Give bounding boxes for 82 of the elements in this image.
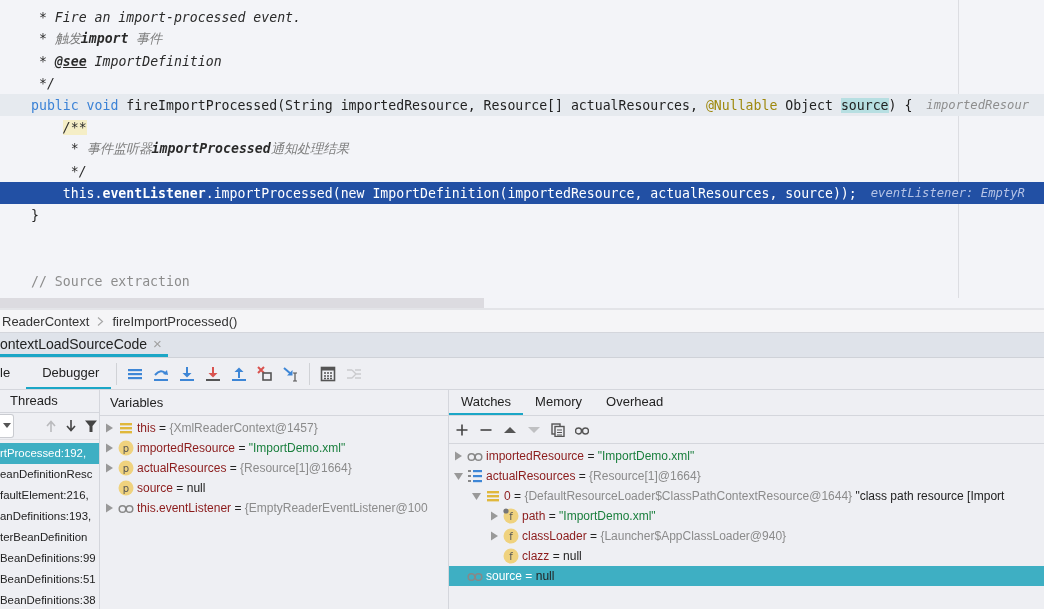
variable-row[interactable]: this.eventListener = {EmptyReaderEventListener@100 — [100, 498, 448, 518]
letter-badge-icon: f — [503, 508, 519, 524]
collapsed-arrow-icon[interactable] — [105, 423, 114, 433]
collapsed-arrow-icon[interactable] — [105, 463, 114, 473]
calculator-icon[interactable] — [320, 365, 337, 382]
expanded-arrow-icon[interactable] — [472, 491, 481, 501]
panel-title: Variables — [109, 395, 164, 410]
panel-tab[interactable]: Watches — [449, 390, 524, 415]
panel-tab[interactable]: Overhead — [594, 390, 676, 415]
stack-frame[interactable]: anDefinitions:193, — [0, 506, 99, 527]
copy-icon[interactable] — [551, 422, 565, 437]
code-line: public void fireImportProcessed(String importedResource, Resource[] actualResources, @Nullable Object source) { — [31, 97, 913, 113]
letter-badge-icon: f — [503, 548, 519, 564]
code-line: * @see ImportDefinition — [37, 53, 222, 69]
stack-frame[interactable]: eanDefinitionResc — [0, 464, 99, 485]
variable-row[interactable]: p source = null — [100, 478, 448, 498]
filter-icon[interactable] — [84, 418, 98, 433]
variable-text: classLoader = {Launcher$AppClassLoader@940} — [522, 529, 787, 543]
breadcrumb-item[interactable]: ReaderContext — [2, 313, 90, 329]
code-line: * Fire an import-processed event. — [37, 9, 301, 25]
numbered-list-icon — [467, 468, 483, 484]
letter-badge-icon: p — [118, 460, 134, 476]
collapsed-arrow-icon[interactable] — [105, 503, 114, 513]
variable-text: actualResources = {Resource[1]@1664} — [137, 461, 352, 475]
stack-frame[interactable]: terBeanDefinition — [0, 527, 99, 548]
tool-tab[interactable]: le — [0, 358, 27, 389]
code-line: */ — [69, 163, 87, 179]
variable-text: this = {XmlReaderContext@1457} — [137, 421, 318, 435]
variable-text: source = null — [137, 481, 206, 495]
stack-frame[interactable]: faultElement:216, — [0, 485, 99, 506]
diagonal-arrow-icon[interactable] — [283, 365, 300, 382]
variable-row[interactable]: f path = "ImportDemo.xml" — [449, 506, 1044, 526]
lines-icon — [118, 420, 134, 436]
variable-row[interactable]: actualResources = {Resource[1]@1664} — [449, 466, 1044, 486]
variable-row[interactable]: importedResource = "ImportDemo.xml" — [449, 446, 1044, 466]
inline-hint: eventListener: EmptyR — [870, 186, 1025, 200]
up-arrow-icon[interactable] — [231, 365, 248, 382]
variable-text: actualResources = {Resource[1]@1664} — [486, 469, 701, 483]
variable-row[interactable]: p actualResources = {Resource[1]@1664} — [100, 458, 448, 478]
chevron-icon — [97, 316, 105, 326]
code-line: * 触发import 事件 — [37, 30, 163, 48]
variable-row[interactable]: 0 = {DefaultResourceLoader$ClassPathContextResource@1644} "class path resource [Import — [449, 486, 1044, 506]
dropdown-field[interactable] — [0, 413, 14, 438]
panel-tab[interactable]: Memory — [523, 390, 595, 415]
plus-icon[interactable] — [455, 422, 469, 437]
down-arrow-icon[interactable] — [64, 418, 78, 433]
variable-text: clazz = null — [522, 549, 582, 563]
collapsed-arrow-icon[interactable] — [490, 511, 499, 521]
variable-row[interactable]: f clazz = null — [449, 546, 1044, 566]
variable-text: path = "ImportDemo.xml" — [522, 509, 656, 523]
letter-badge-icon: f — [503, 528, 519, 544]
stack-frame[interactable]: BeanDefinitions:51 — [0, 569, 99, 590]
inline-hint: importedResour — [926, 98, 1030, 112]
letter-badge-icon: p — [118, 480, 134, 496]
variable-text: importedResource = "ImportDemo.xml" — [137, 441, 346, 455]
selected-row[interactable]: source = null — [449, 566, 1044, 586]
breadcrumb-item[interactable]: fireImportProcessed() — [112, 313, 238, 329]
code-line: } — [31, 207, 39, 223]
collapsed-arrow-icon[interactable] — [105, 443, 114, 453]
scrollbar[interactable] — [0, 298, 484, 308]
expanded-arrow-icon[interactable] — [454, 471, 463, 481]
letter-badge-icon: p — [118, 440, 134, 456]
cross-square-icon[interactable] — [257, 365, 274, 382]
stack-frame[interactable]: BeanDefinitions:99 — [0, 548, 99, 569]
variable-row[interactable]: f classLoader = {Launcher$AppClassLoader@940} — [449, 526, 1044, 546]
code-line: * 事件监听器importProcessed通知处理结果 — [69, 140, 349, 158]
down-arrow-icon[interactable] — [205, 365, 222, 382]
variable-row[interactable]: p importedResource = "ImportDemo.xml" — [100, 438, 448, 458]
variable-row[interactable]: this = {XmlReaderContext@1457} — [100, 418, 448, 438]
code-line: this.eventListener.importProcessed(new ImportDefinition(importedResource, actualResources, source)); — [61, 185, 857, 201]
variable-text: 0 = {DefaultResourceLoader$ClassPathContextResource@1644} "class path resource [Import — [504, 489, 1005, 503]
stack-frame[interactable]: BeanDefinitions:38 — [0, 590, 99, 609]
variable-text: importedResource = "ImportDemo.xml" — [486, 449, 695, 463]
panel-title: Threads — [9, 393, 58, 409]
code-line: */ — [37, 75, 55, 91]
caret-icon — [2, 422, 11, 429]
collapsed-arrow-icon[interactable] — [454, 451, 463, 461]
variable-text: this.eventListener = {EmptyReaderEventListener@100 — [137, 501, 428, 515]
lines-icon — [485, 488, 501, 504]
variable-text: source = null — [486, 569, 555, 583]
collapsed-arrow-icon[interactable] — [490, 531, 499, 541]
code-line: // Source extraction — [31, 273, 190, 289]
